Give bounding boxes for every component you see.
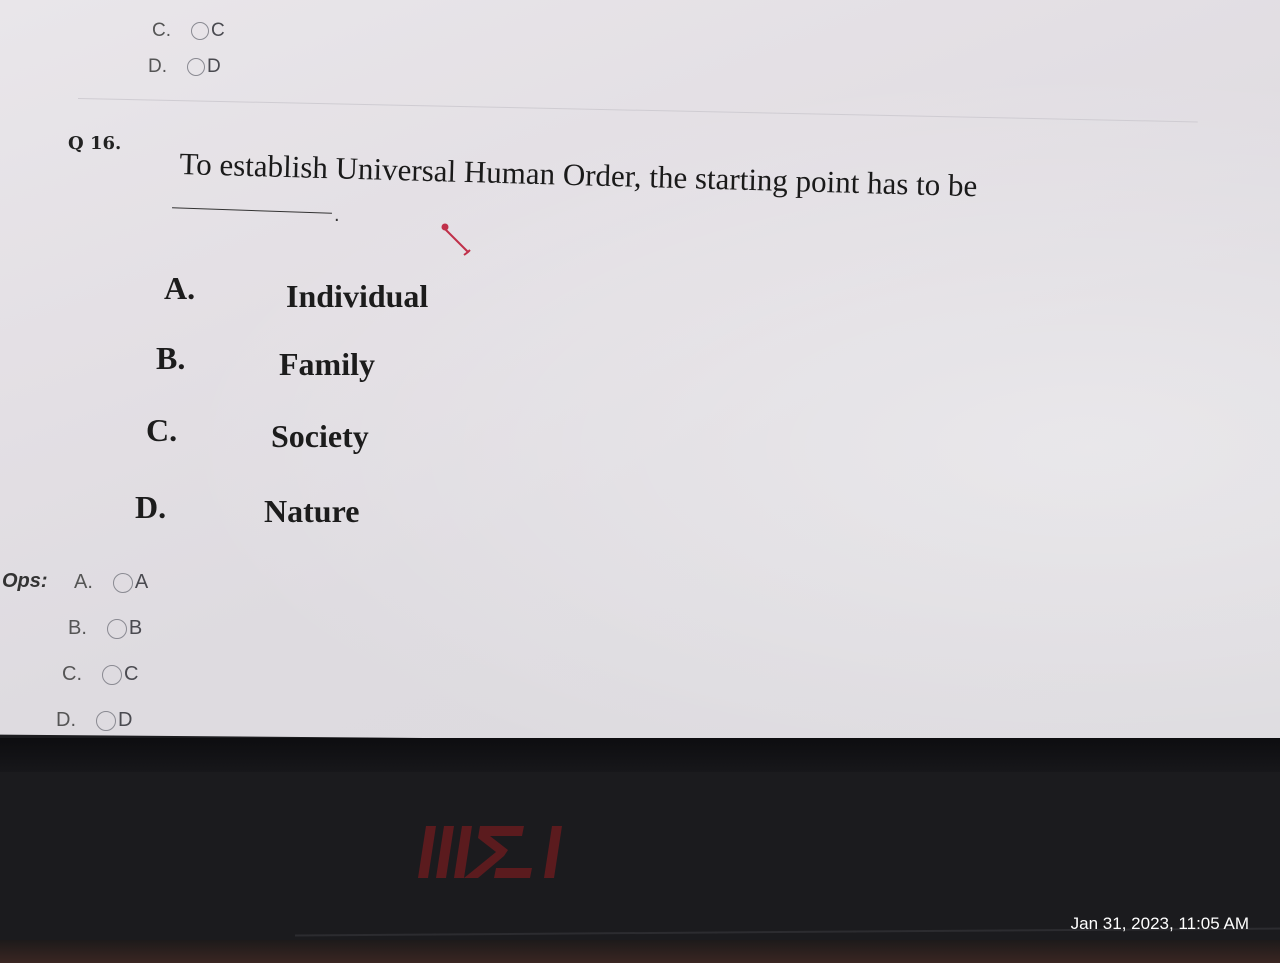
answer-option-letter: D. bbox=[56, 709, 76, 731]
question-divider bbox=[77, 98, 1198, 123]
answer-option-value: C bbox=[124, 663, 139, 685]
answer-option-letter: B. bbox=[68, 617, 87, 639]
blank-period: . bbox=[334, 204, 340, 226]
mouse-pointer-icon bbox=[441, 223, 471, 256]
photo-timestamp: Jan 31, 2023, 11:05 AM bbox=[1070, 914, 1249, 933]
prev-option-d[interactable]: D. D bbox=[148, 56, 221, 78]
choice-b-letter: B. bbox=[156, 340, 186, 376]
prev-option-letter: C. bbox=[152, 20, 171, 41]
answer-option-d[interactable]: D. D bbox=[56, 709, 132, 732]
laptop-screen: C. C D. D Q 16. To establish Universal Hum… bbox=[0, 0, 1280, 745]
answer-option-value: D bbox=[118, 709, 133, 731]
prev-option-value: C bbox=[211, 20, 225, 41]
choice-d-letter: D. bbox=[135, 489, 167, 525]
radio-button-icon[interactable] bbox=[102, 664, 122, 685]
options-label: Ops: bbox=[2, 570, 48, 592]
radio-button-icon[interactable] bbox=[112, 572, 133, 593]
msi-logo-mark bbox=[418, 826, 562, 878]
prev-option-letter: D. bbox=[148, 56, 167, 77]
radio-button-icon[interactable] bbox=[187, 57, 205, 76]
answer-option-value: B bbox=[128, 617, 143, 639]
answer-option-c[interactable]: C. C bbox=[62, 663, 138, 686]
answer-option-a[interactable]: A. A bbox=[74, 571, 148, 594]
prev-option-c[interactable]: C. C bbox=[152, 20, 225, 42]
prev-option-value: D bbox=[207, 56, 221, 77]
question-number: Q 16. bbox=[68, 133, 122, 154]
choice-a-text: Individual bbox=[286, 278, 429, 314]
choice-c-letter: C. bbox=[146, 412, 178, 448]
radio-button-icon[interactable] bbox=[96, 710, 116, 731]
radio-button-icon[interactable] bbox=[191, 21, 209, 40]
answer-blank bbox=[172, 207, 332, 214]
answer-option-value: A bbox=[134, 571, 149, 593]
screen-bezel bbox=[0, 738, 1280, 772]
choice-c-text: Society bbox=[271, 418, 369, 454]
choice-b-text: Family bbox=[279, 346, 375, 382]
radio-button-icon[interactable] bbox=[106, 618, 127, 639]
msi-logo bbox=[412, 822, 582, 896]
choice-a-letter: A. bbox=[164, 270, 196, 306]
choice-d-text: Nature bbox=[264, 493, 360, 529]
laptop-base bbox=[0, 940, 1280, 963]
question-text: To establish Universal Human Order, the … bbox=[179, 146, 978, 204]
answer-option-letter: C. bbox=[62, 663, 82, 685]
answer-option-b[interactable]: B. B bbox=[68, 617, 142, 640]
answer-option-letter: A. bbox=[74, 571, 93, 593]
